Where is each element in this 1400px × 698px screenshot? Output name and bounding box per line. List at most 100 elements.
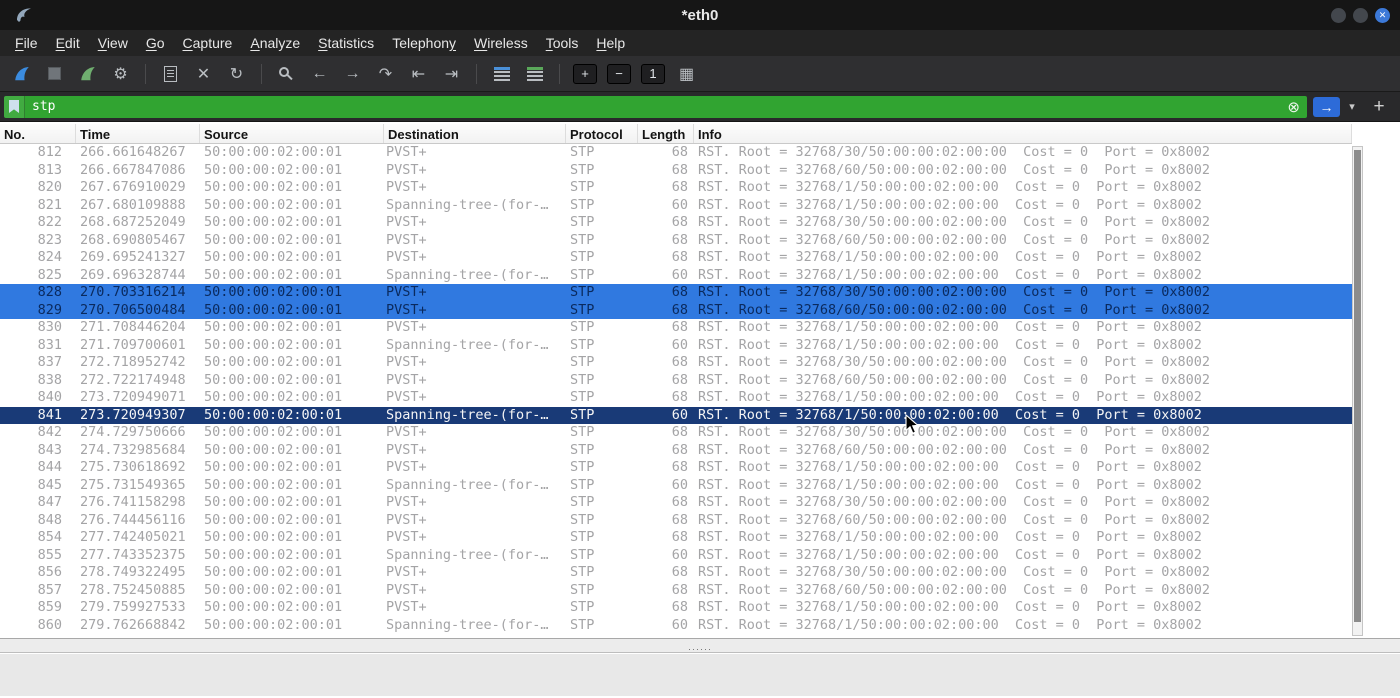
packet-row[interactable]: 831 271.709700601 50:00:00:02:00:01 Spannin… xyxy=(0,337,1352,355)
cell-dst: PVST+ xyxy=(386,564,427,580)
find-packet-icon[interactable] xyxy=(271,60,302,88)
packet-row[interactable]: 841 273.720949307 50:00:00:02:00:01 Spannin… xyxy=(0,406,1352,424)
title-bar[interactable]: *eth0 ✕ xyxy=(0,0,1400,30)
packet-row[interactable]: 860 279.762668842 50:00:00:02:00:01 Spannin… xyxy=(0,617,1352,635)
cell-len: 60 xyxy=(671,196,688,213)
packet-row[interactable]: 812 266.661648267 50:00:00:02:00:01 PVST+ ST… xyxy=(0,144,1352,162)
go-to-packet-icon[interactable]: ↷ xyxy=(370,60,401,88)
packet-row[interactable]: 828 270.703316214 50:00:00:02:00:01 PVST+ ST… xyxy=(0,284,1352,302)
resize-columns-icon[interactable]: ▦ xyxy=(671,60,702,88)
packet-row[interactable]: 844 275.730618692 50:00:00:02:00:01 PVST+ ST… xyxy=(0,459,1352,477)
cell-dst: Spanning-tree-(for-… xyxy=(386,336,549,353)
cell-no: 847 xyxy=(37,494,62,510)
column-header-length[interactable]: Length xyxy=(638,124,694,143)
scrollbar-thumb[interactable] xyxy=(1354,150,1361,622)
go-forward-icon[interactable]: → xyxy=(337,60,368,88)
auto-scroll-icon[interactable] xyxy=(486,60,517,88)
last-packet-icon[interactable]: ⇥ xyxy=(436,60,467,88)
zoom-100-icon[interactable]: 1 xyxy=(641,63,665,84)
packet-row[interactable]: 840 273.720949071 50:00:00:02:00:01 PVST+ ST… xyxy=(0,389,1352,407)
packet-row[interactable]: 829 270.706500484 50:00:00:02:00:01 PVST+ ST… xyxy=(0,301,1352,319)
column-header-destination[interactable]: Destination xyxy=(384,124,566,143)
packet-row[interactable]: 837 272.718952742 50:00:00:02:00:01 PVST+ ST… xyxy=(0,354,1352,372)
column-header-protocol[interactable]: Protocol xyxy=(566,124,638,143)
cell-time: 267.676910029 xyxy=(80,179,186,195)
menu-item-help[interactable]: Help xyxy=(587,30,634,56)
packet-row[interactable]: 859 279.759927533 50:00:00:02:00:01 PVST+ ST… xyxy=(0,599,1352,617)
packet-rows: 812 266.661648267 50:00:00:02:00:01 PVST+ ST… xyxy=(0,144,1352,634)
menu-item-tools[interactable]: Tools xyxy=(537,30,588,56)
packet-row[interactable]: 855 277.743352375 50:00:00:02:00:01 Spannin… xyxy=(0,547,1352,565)
cell-info: RST. Root = 32768/30/50:00:00:02:00:00 C… xyxy=(698,214,1211,230)
open-file-icon[interactable] xyxy=(155,60,186,88)
close-file-icon[interactable]: ✕ xyxy=(188,60,219,88)
column-header-info[interactable]: Info xyxy=(694,124,1352,143)
minimize-button[interactable] xyxy=(1331,7,1346,23)
packet-row[interactable]: 823 268.690805467 50:00:00:02:00:01 PVST+ ST… xyxy=(0,232,1352,250)
packet-row[interactable]: 822 268.687252049 50:00:00:02:00:01 PVST+ ST… xyxy=(0,214,1352,232)
cell-no: 831 xyxy=(37,336,62,353)
cell-src: 50:00:00:02:00:01 xyxy=(204,494,343,510)
column-header-time[interactable]: Time xyxy=(76,124,200,143)
packet-row[interactable]: 856 278.749322495 50:00:00:02:00:01 PVST+ ST… xyxy=(0,564,1352,582)
menu-item-view[interactable]: View xyxy=(89,30,137,56)
colorize-icon[interactable] xyxy=(519,60,550,88)
cell-dst: PVST+ xyxy=(386,144,427,160)
filter-apply-button[interactable]: → xyxy=(1313,96,1340,117)
packet-row[interactable]: 857 278.752450885 50:00:00:02:00:01 PVST+ ST… xyxy=(0,582,1352,600)
packet-row[interactable]: 813 266.667847086 50:00:00:02:00:01 PVST+ ST… xyxy=(0,162,1352,180)
menu-item-analyze[interactable]: Analyze xyxy=(241,30,309,56)
packet-row[interactable]: 825 269.696328744 50:00:00:02:00:01 Spannin… xyxy=(0,267,1352,285)
menu-item-edit[interactable]: Edit xyxy=(47,30,89,56)
zoom-out-icon[interactable]: − xyxy=(607,63,631,84)
cell-src: 50:00:00:02:00:01 xyxy=(204,529,343,545)
packet-row[interactable]: 845 275.731549365 50:00:00:02:00:01 Spannin… xyxy=(0,477,1352,495)
menu-item-telephony[interactable]: Telephony xyxy=(383,30,465,56)
cell-info: RST. Root = 32768/1/50:00:00:02:00:00 Co… xyxy=(698,459,1202,475)
column-header-no[interactable]: No. xyxy=(0,124,76,143)
menu-item-file[interactable]: File xyxy=(6,30,47,56)
cell-time: 278.749322495 xyxy=(80,564,186,580)
packet-row[interactable]: 820 267.676910029 50:00:00:02:00:01 PVST+ ST… xyxy=(0,179,1352,197)
go-back-icon[interactable]: ← xyxy=(304,60,335,88)
filter-clear-icon[interactable]: ⊗ xyxy=(1287,98,1300,116)
menu-item-wireless[interactable]: Wireless xyxy=(465,30,537,56)
start-capture-icon[interactable] xyxy=(6,60,37,88)
maximize-button[interactable] xyxy=(1353,7,1368,23)
packet-row[interactable]: 854 277.742405021 50:00:00:02:00:01 PVST+ ST… xyxy=(0,529,1352,547)
packet-row[interactable]: 842 274.729750666 50:00:00:02:00:01 PVST+ ST… xyxy=(0,424,1352,442)
packet-row[interactable]: 824 269.695241327 50:00:00:02:00:01 PVST+ ST… xyxy=(0,249,1352,267)
cell-dst: PVST+ xyxy=(386,354,427,370)
packet-row[interactable]: 848 276.744456116 50:00:00:02:00:01 PVST+ ST… xyxy=(0,512,1352,530)
cell-time: 268.690805467 xyxy=(80,231,186,248)
stop-capture-icon[interactable] xyxy=(39,60,70,88)
close-button[interactable]: ✕ xyxy=(1375,7,1390,23)
vertical-scrollbar[interactable] xyxy=(1352,146,1363,636)
filter-dropdown-caret-icon[interactable]: ▾ xyxy=(1346,100,1358,113)
cell-src: 50:00:00:02:00:01 xyxy=(204,511,343,528)
filter-text[interactable]: stp xyxy=(32,99,55,114)
menu-item-statistics[interactable]: Statistics xyxy=(309,30,383,56)
cell-len: 68 xyxy=(671,564,688,580)
restart-capture-icon[interactable] xyxy=(72,60,103,88)
menu-item-go[interactable]: Go xyxy=(137,30,174,56)
filter-add-button[interactable]: + xyxy=(1368,95,1390,119)
display-filter-input[interactable]: stp ⊗ xyxy=(4,95,1307,118)
packet-row[interactable]: 847 276.741158298 50:00:00:02:00:01 PVST+ ST… xyxy=(0,494,1352,512)
first-packet-icon[interactable]: ⇤ xyxy=(403,60,434,88)
packet-row[interactable]: 838 272.722174948 50:00:00:02:00:01 PVST+ ST… xyxy=(0,372,1352,390)
reload-icon[interactable]: ↻ xyxy=(221,60,252,88)
menu-item-capture[interactable]: Capture xyxy=(174,30,242,56)
cell-dst: PVST+ xyxy=(386,441,427,458)
cell-src: 50:00:00:02:00:01 xyxy=(204,546,343,563)
cell-info: RST. Root = 32768/1/50:00:00:02:00:00 Co… xyxy=(698,476,1202,493)
packet-row[interactable]: 843 274.732985684 50:00:00:02:00:01 PVST+ ST… xyxy=(0,442,1352,460)
pane-splitter[interactable]: ······ xyxy=(0,638,1400,654)
filter-bookmark-icon[interactable] xyxy=(4,95,25,118)
packet-row[interactable]: 821 267.680109888 50:00:00:02:00:01 Spannin… xyxy=(0,197,1352,215)
column-header-source[interactable]: Source xyxy=(200,124,384,143)
packet-row[interactable]: 830 271.708446204 50:00:00:02:00:01 PVST+ ST… xyxy=(0,319,1352,337)
zoom-in-icon[interactable]: + xyxy=(573,63,597,84)
capture-options-icon[interactable]: ⚙ xyxy=(105,60,136,88)
cell-info: RST. Root = 32768/1/50:00:00:02:00:00 Co… xyxy=(698,389,1202,405)
